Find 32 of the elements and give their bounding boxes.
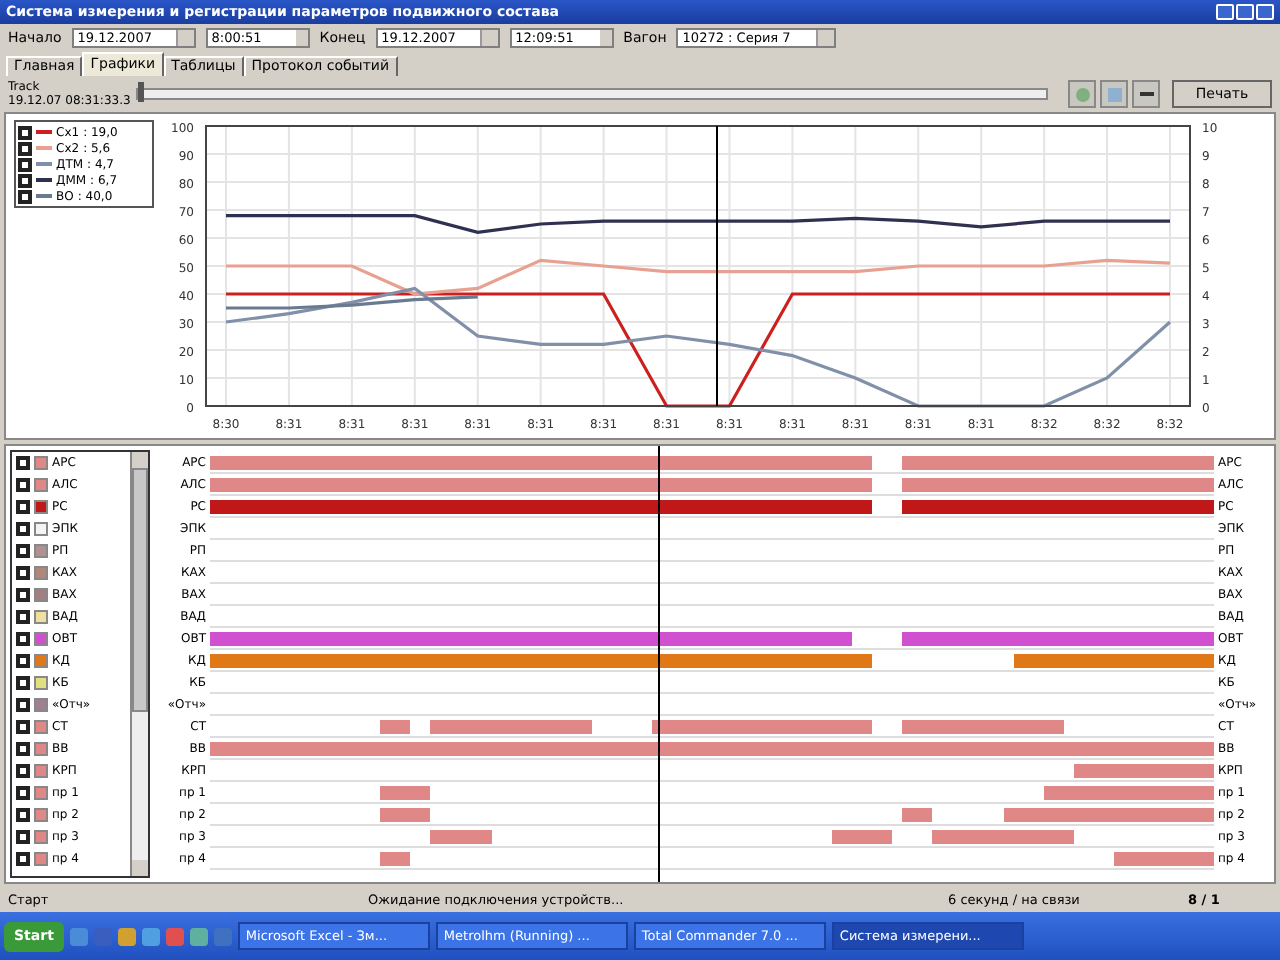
checkbox[interactable] (18, 141, 32, 155)
checkbox[interactable] (16, 500, 30, 514)
checkbox[interactable] (16, 654, 30, 668)
scrollbar[interactable] (130, 452, 148, 876)
checkbox[interactable] (16, 588, 30, 602)
checkbox[interactable] (16, 720, 30, 734)
checkbox[interactable] (18, 173, 32, 187)
checkbox[interactable] (16, 544, 30, 558)
checkbox[interactable] (16, 632, 30, 646)
checkbox[interactable] (18, 157, 32, 171)
checkbox[interactable] (16, 566, 30, 580)
checkbox[interactable] (18, 125, 32, 139)
scroll-thumb[interactable] (132, 468, 148, 712)
checkbox[interactable] (16, 698, 30, 712)
minus-button[interactable] (1132, 80, 1160, 108)
checkbox[interactable] (16, 786, 30, 800)
checkbox[interactable] (16, 742, 30, 756)
slider-thumb[interactable] (138, 82, 144, 102)
checkbox[interactable] (18, 189, 32, 203)
close-button[interactable] (1256, 4, 1274, 20)
track-slider[interactable] (136, 88, 1048, 100)
checkbox[interactable] (16, 852, 30, 866)
checkbox[interactable] (16, 830, 30, 844)
checkbox[interactable] (16, 764, 30, 778)
checkbox[interactable] (16, 456, 30, 470)
checkbox[interactable] (16, 522, 30, 536)
checkbox[interactable] (16, 676, 30, 690)
checkbox[interactable] (16, 808, 30, 822)
checkbox[interactable] (16, 610, 30, 624)
maximize-button[interactable] (1236, 4, 1254, 20)
minimize-button[interactable] (1216, 4, 1234, 20)
checkbox[interactable] (16, 478, 30, 492)
